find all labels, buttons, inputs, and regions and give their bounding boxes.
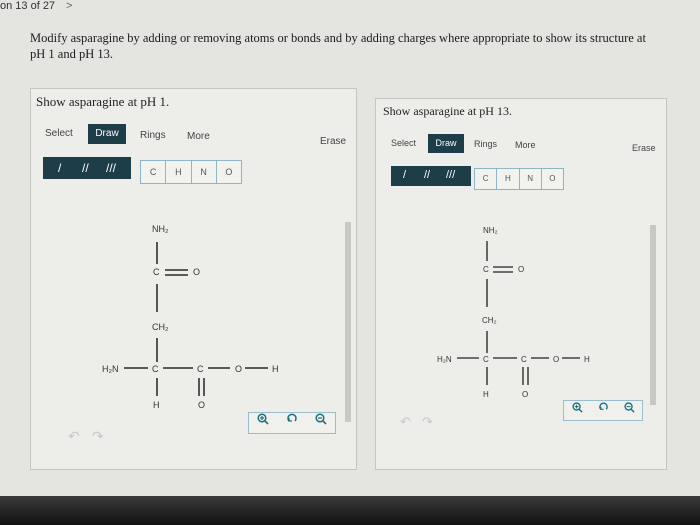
right-o-bottom-label: O [522, 390, 528, 399]
left-atom-h[interactable]: H [166, 161, 192, 183]
right-c-top-label: C [483, 265, 489, 274]
left-double-bond-button[interactable]: // [82, 161, 89, 175]
right-o-top-label: O [518, 265, 524, 274]
left-more-tool[interactable]: More [187, 131, 210, 142]
right-more-tool[interactable]: More [515, 140, 536, 150]
left-undo-button[interactable]: ↶ [68, 428, 80, 445]
left-atom-c[interactable]: C [141, 161, 167, 183]
left-nh2-label: NH₂ [152, 224, 169, 234]
left-select-tool[interactable]: Select [45, 128, 73, 139]
right-scrollbar[interactable] [650, 225, 656, 405]
right-atom-c[interactable]: C [475, 169, 498, 189]
prompt-line-2: pH 1 and pH 13. [30, 47, 113, 61]
left-atom-o[interactable]: O [217, 161, 241, 183]
left-h-bottom-label: H [153, 400, 160, 410]
left-h-acid-label: H [272, 364, 279, 374]
next-question-button[interactable]: > [66, 0, 72, 12]
left-redo-button[interactable]: ↷ [92, 428, 104, 445]
right-undo-button[interactable]: ↶ [400, 414, 411, 430]
left-ch2-label: CH₂ [152, 322, 169, 332]
left-erase-tool[interactable]: Erase [320, 136, 346, 147]
right-rings-tool[interactable]: Rings [474, 139, 497, 149]
right-atom-h[interactable]: H [497, 169, 520, 189]
left-o-top-label: O [193, 267, 200, 277]
right-panel-title: Show asparagine at pH 13. [383, 104, 512, 118]
zoom-out-icon[interactable] [616, 401, 642, 420]
reset-icon[interactable] [278, 413, 307, 433]
right-atom-n[interactable]: N [520, 169, 542, 189]
left-scrollbar[interactable] [345, 222, 351, 422]
question-counter: on 13 of 27 [0, 0, 56, 12]
right-h2n-label: H₂N [437, 355, 452, 364]
zoom-in-icon[interactable] [249, 413, 278, 433]
question-prompt: Modify asparagine by adding or removing … [30, 30, 670, 62]
question-nav: on 13 of 27 > [0, 0, 72, 12]
right-drawing-canvas[interactable]: NH₂ C O CH₂ H₂N C C O H H O [375, 195, 665, 435]
right-atom-o[interactable]: O [542, 169, 563, 189]
right-atom-picker: C H N O [474, 168, 564, 190]
screen: on 13 of 27 > Modify asparagine by addin… [0, 0, 700, 500]
left-drawing-canvas[interactable]: NH₂ C O CH₂ H₂N C C O H H O [30, 190, 355, 440]
right-draw-tool[interactable]: Draw [428, 134, 464, 153]
right-o-single-label: O [553, 355, 559, 364]
reset-icon[interactable] [590, 401, 616, 420]
right-erase-tool[interactable]: Erase [632, 143, 656, 153]
left-draw-tool[interactable]: Draw [88, 124, 126, 144]
left-zoom-controls [248, 412, 336, 434]
right-double-bond-button[interactable]: // [424, 169, 430, 181]
right-redo-button[interactable]: ↷ [422, 414, 433, 430]
zoom-out-icon[interactable] [306, 413, 335, 433]
left-c-alpha-label: C [152, 364, 159, 374]
left-single-bond-button[interactable]: / [58, 161, 61, 175]
right-c-alpha-label: C [483, 355, 489, 364]
right-ch2-label: CH₂ [482, 316, 497, 325]
left-c-carboxyl-label: C [197, 364, 204, 374]
right-h-bottom-label: H [483, 390, 489, 399]
right-nh2-label: NH₂ [483, 226, 498, 235]
left-triple-bond-button[interactable]: /// [106, 161, 116, 175]
left-atom-picker: C H N O [140, 160, 242, 184]
left-o-bottom-label: O [198, 400, 205, 410]
zoom-in-icon[interactable] [564, 401, 590, 420]
right-single-bond-button[interactable]: / [403, 169, 406, 181]
right-triple-bond-button[interactable]: /// [446, 169, 455, 181]
monitor-bezel [0, 496, 700, 525]
left-o-single-label: O [235, 364, 242, 374]
left-atom-n[interactable]: N [192, 161, 217, 183]
left-rings-tool[interactable]: Rings [140, 130, 166, 141]
left-c-top-label: C [153, 267, 160, 277]
right-c-carboxyl-label: C [521, 355, 527, 364]
left-h2n-label: H₂N [102, 364, 119, 374]
prompt-line-1: Modify asparagine by adding or removing … [30, 31, 646, 45]
right-h-acid-label: H [584, 355, 590, 364]
right-select-tool[interactable]: Select [391, 138, 416, 148]
left-panel-title: Show asparagine at pH 1. [36, 94, 170, 109]
right-zoom-controls [563, 400, 643, 421]
